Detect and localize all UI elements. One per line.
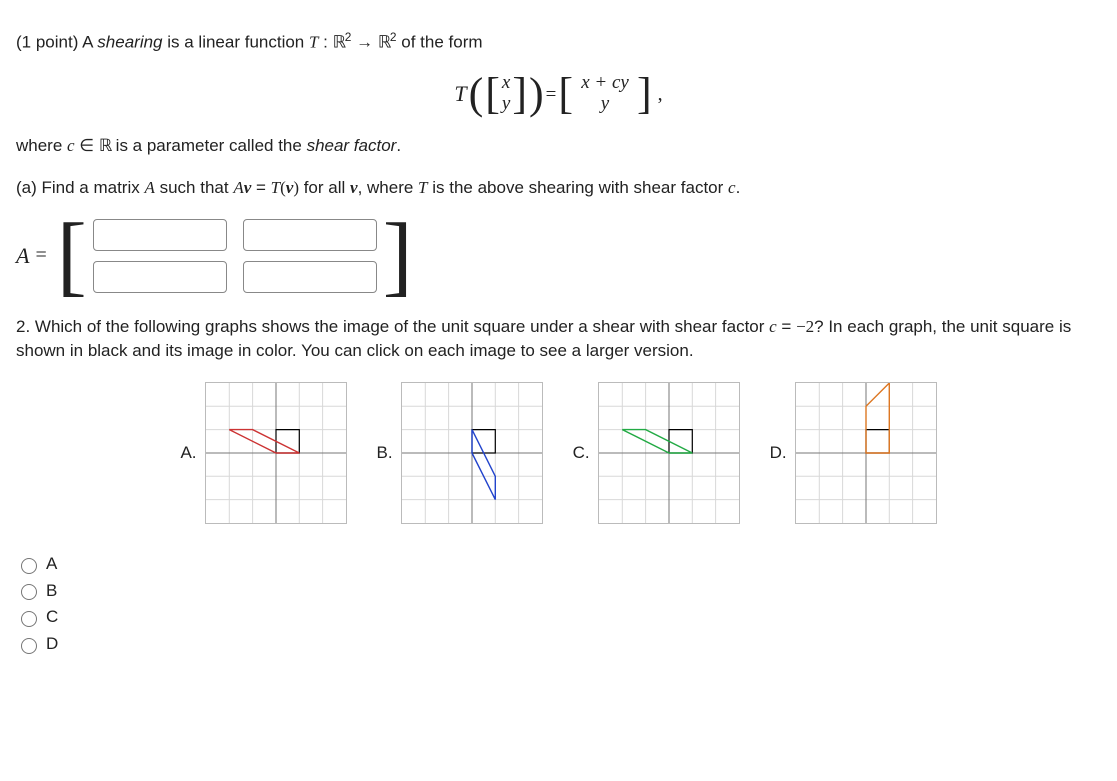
graph-label-d: D. bbox=[770, 441, 787, 466]
graph-item-b: B. bbox=[377, 382, 543, 524]
graph-item-d: D. bbox=[770, 382, 937, 524]
matrix-a21-input[interactable] bbox=[93, 261, 227, 293]
option-c-radio[interactable] bbox=[21, 611, 37, 627]
option-d-radio[interactable] bbox=[21, 638, 37, 654]
intro-paragraph: (1 point) A shearing is a linear functio… bbox=[16, 29, 1101, 55]
graphs-row: A. B. C. bbox=[16, 382, 1101, 524]
option-b-row[interactable]: B bbox=[16, 579, 1101, 604]
part-a-prompt: (a) Find a matrix A such that Av = T(v) … bbox=[16, 176, 1101, 201]
where-paragraph: where c ∈ ℝ is a parameter called the sh… bbox=[16, 134, 1101, 159]
points-label: (1 point) bbox=[16, 33, 78, 52]
graph-b-image[interactable] bbox=[401, 382, 543, 524]
matrix-a12-input[interactable] bbox=[243, 219, 377, 251]
graph-item-c: C. bbox=[573, 382, 740, 524]
matrix-input: A = [ ] bbox=[16, 219, 1101, 293]
term-shearing: shearing bbox=[97, 33, 162, 52]
graph-label-b: B. bbox=[377, 441, 393, 466]
option-c-row[interactable]: C bbox=[16, 605, 1101, 630]
graph-item-a: A. bbox=[180, 382, 346, 524]
matrix-a22-input[interactable] bbox=[243, 261, 377, 293]
graph-label-c: C. bbox=[573, 441, 590, 466]
option-b-radio[interactable] bbox=[21, 584, 37, 600]
graph-c-image[interactable] bbox=[598, 382, 740, 524]
answer-radio-group: A B C D bbox=[16, 552, 1101, 657]
bracket-right: ] bbox=[383, 221, 413, 291]
term-shear-factor: shear factor bbox=[307, 136, 397, 155]
bracket-left: [ bbox=[57, 221, 87, 291]
option-a-radio[interactable] bbox=[21, 558, 37, 574]
graph-d-image[interactable] bbox=[795, 382, 937, 524]
matrix-a11-input[interactable] bbox=[93, 219, 227, 251]
option-a-row[interactable]: A bbox=[16, 552, 1101, 577]
question-2-prompt: 2. Which of the following graphs shows t… bbox=[16, 315, 1101, 364]
option-d-row[interactable]: D bbox=[16, 632, 1101, 657]
graph-a-image[interactable] bbox=[205, 382, 347, 524]
shearing-formula: T ( [ xy ] ) = [ x + cyy ] , bbox=[16, 72, 1101, 116]
graph-label-a: A. bbox=[180, 441, 196, 466]
